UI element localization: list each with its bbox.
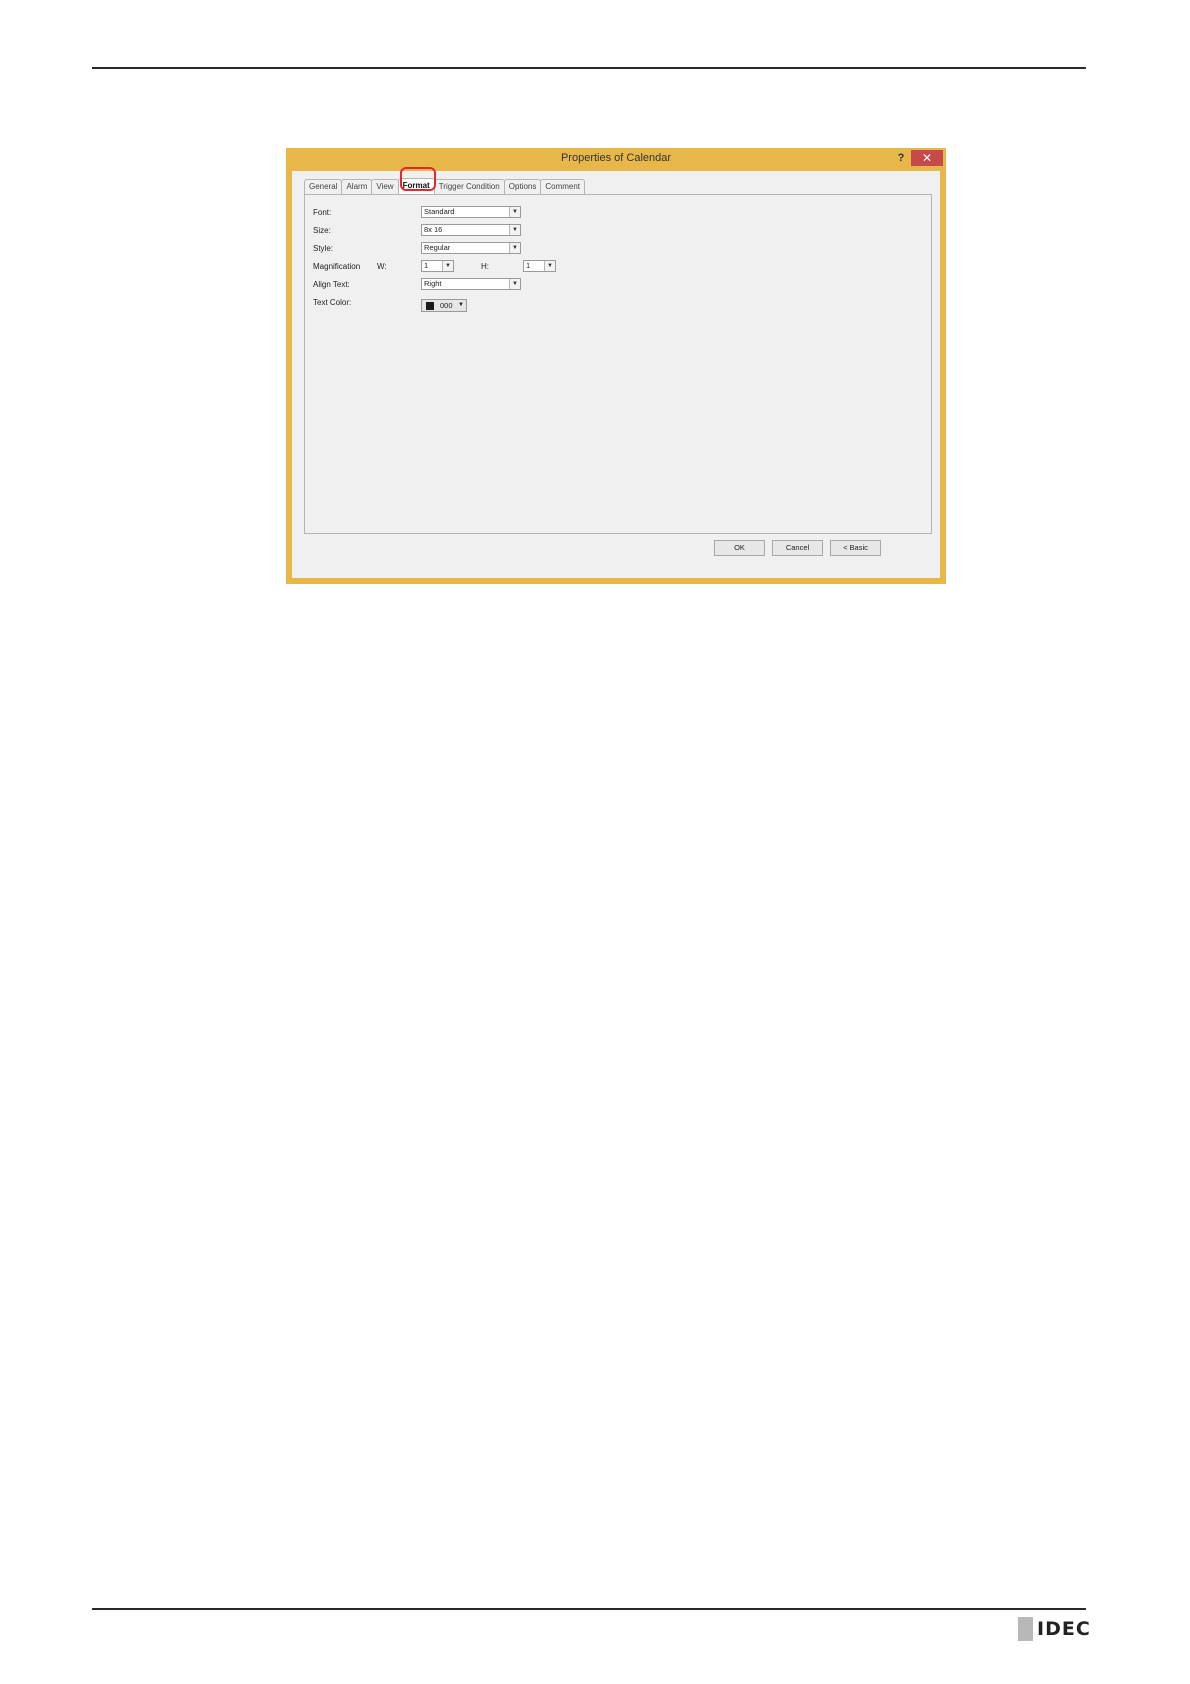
magnification-h-label: H:: [481, 262, 489, 271]
style-label: Style:: [313, 244, 334, 253]
style-value: Regular: [424, 243, 451, 252]
tab-strip: General Alarm View Format Trigger Condit…: [304, 167, 586, 194]
logo-bar: [1018, 1617, 1033, 1641]
ok-button[interactable]: OK: [714, 540, 765, 556]
dialog-title: Properties of Calendar: [560, 152, 672, 164]
chevron-down-icon[interactable]: ▼: [509, 243, 520, 253]
tab-general[interactable]: General: [304, 179, 343, 194]
tab-alarm[interactable]: Alarm: [341, 179, 373, 194]
align-text-value: Right: [424, 279, 442, 288]
tab-comment[interactable]: Comment: [540, 179, 586, 194]
magnification-h-value: 1: [526, 261, 531, 270]
text-color-label: Text Color:: [313, 298, 352, 307]
tab-options[interactable]: Options: [503, 179, 542, 194]
style-select[interactable]: Regular ▼: [421, 242, 521, 254]
format-tab-highlight: [400, 167, 436, 191]
chevron-down-icon[interactable]: ▼: [509, 279, 520, 289]
chevron-down-icon[interactable]: ▼: [509, 225, 520, 235]
dialog-client-area: General Alarm View Format Trigger Condit…: [292, 167, 940, 578]
font-value: Standard: [424, 207, 455, 216]
help-button[interactable]: ?: [894, 151, 908, 165]
size-select[interactable]: 8x 16 ▼: [421, 224, 521, 236]
magnification-w-label: W:: [377, 262, 387, 271]
idec-logo: IDEC: [1018, 1617, 1091, 1641]
chevron-down-icon[interactable]: ▼: [509, 207, 520, 217]
color-swatch: [426, 302, 434, 310]
magnification-w-select[interactable]: 1 ▼: [421, 260, 454, 272]
chevron-down-icon[interactable]: ▼: [458, 300, 464, 311]
properties-dialog: Properties of Calendar ? ✕ General Alarm…: [286, 148, 946, 584]
chevron-down-icon[interactable]: ▼: [544, 261, 555, 271]
close-button[interactable]: ✕: [911, 150, 943, 166]
chevron-down-icon[interactable]: ▼: [442, 261, 453, 271]
format-panel: Font: Standard ▼ Size: 8x 16 ▼ Style: Re…: [304, 194, 932, 534]
header-rule: [92, 67, 1086, 69]
align-text-label: Align Text:: [313, 280, 350, 289]
basic-button[interactable]: < Basic: [830, 540, 881, 556]
size-value: 8x 16: [424, 225, 443, 234]
cancel-button[interactable]: Cancel: [772, 540, 823, 556]
text-color-value: 000: [440, 301, 453, 310]
logo-text: IDEC: [1037, 1618, 1091, 1640]
text-color-picker[interactable]: 000 ▼: [421, 299, 467, 312]
size-label: Size:: [313, 226, 331, 235]
footer-rule: [92, 1608, 1086, 1610]
tab-trigger-condition[interactable]: Trigger Condition: [433, 179, 505, 194]
magnification-label: Magnification: [313, 262, 361, 271]
dialog-titlebar[interactable]: Properties of Calendar ? ✕: [286, 148, 946, 171]
magnification-h-select[interactable]: 1 ▼: [523, 260, 556, 272]
tab-view[interactable]: View: [371, 179, 399, 194]
font-select[interactable]: Standard ▼: [421, 206, 521, 218]
align-text-select[interactable]: Right ▼: [421, 278, 521, 290]
font-label: Font:: [313, 208, 332, 217]
magnification-w-value: 1: [424, 261, 429, 270]
